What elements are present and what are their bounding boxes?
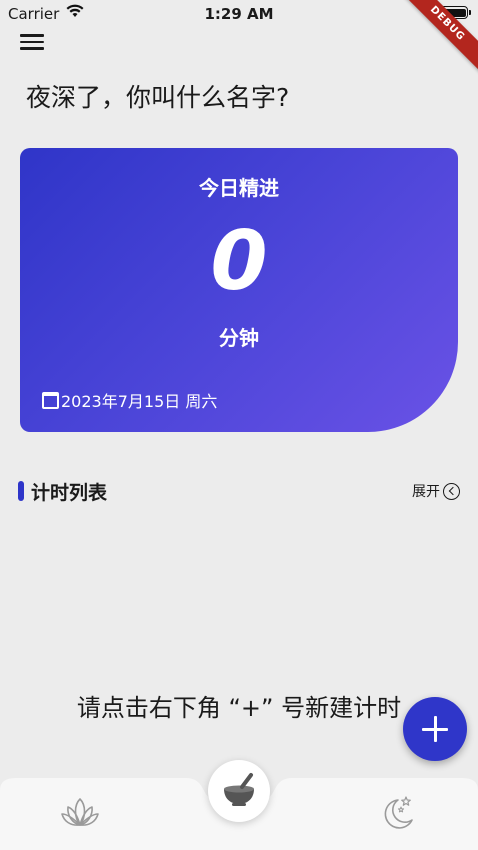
- add-timer-button[interactable]: [403, 697, 467, 761]
- chevron-left-circle-icon: [443, 482, 460, 500]
- meditation-tab-button[interactable]: [208, 760, 270, 822]
- minutes-value: 0: [210, 214, 268, 309]
- expand-button[interactable]: 展开: [412, 481, 460, 501]
- card-date: 2023年7月15日 周六: [42, 388, 217, 412]
- lotus-icon[interactable]: [60, 795, 100, 829]
- section-title: 计时列表: [31, 482, 108, 504]
- timer-list-header: 计时列表 展开: [18, 478, 460, 504]
- card-title: 今日精进: [199, 176, 279, 200]
- status-time: 1:29 AM: [204, 5, 274, 23]
- minutes-unit: 分钟: [219, 326, 259, 350]
- moon-stars-icon[interactable]: [378, 792, 418, 832]
- status-bar: Carrier 1:29 AM: [0, 0, 478, 28]
- menu-button[interactable]: [20, 30, 50, 52]
- menu-icon-line: [20, 47, 44, 50]
- calendar-icon: [42, 391, 59, 409]
- greeting-text: 夜深了，你叫什么名字?: [26, 83, 290, 112]
- today-progress-card: 今日精进 0 分钟 2023年7月15日 周六: [20, 148, 458, 432]
- bottom-navigation: [0, 760, 478, 850]
- meditation-bowl-icon: [224, 773, 254, 806]
- expand-label: 展开: [412, 484, 440, 500]
- section-accent-bar: [18, 481, 24, 501]
- menu-icon-line: [20, 34, 44, 37]
- menu-icon-line: [20, 40, 44, 43]
- date-text: 2023年7月15日 周六: [61, 392, 218, 411]
